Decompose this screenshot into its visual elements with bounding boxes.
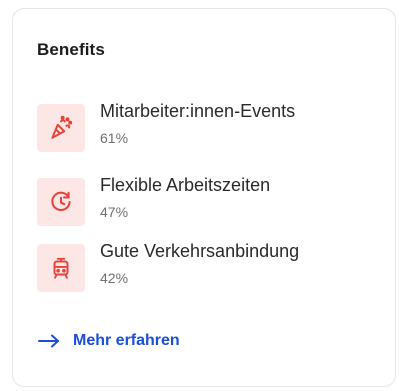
clock-refresh-icon [37, 178, 85, 226]
benefit-item-flexible-hours: Flexible Arbeitszeiten 47% [37, 175, 367, 231]
arrow-right-icon [38, 334, 59, 348]
benefit-label: Mitarbeiter:innen-Events [100, 101, 296, 121]
benefits-card: Benefits Mitarbeiter:innen-Events 61% Fl… [12, 8, 396, 387]
party-popper-icon [37, 104, 85, 152]
more-link-label: Mehr erfahren [73, 332, 180, 349]
tram-icon [37, 244, 85, 292]
benefit-percent: 61% [100, 130, 129, 146]
benefit-item-transport: Gute Verkehrsanbindung 42% [37, 241, 367, 297]
benefit-item-events: Mitarbeiter:innen-Events 61% [37, 101, 367, 157]
benefit-label: Flexible Arbeitszeiten [100, 175, 271, 195]
benefit-label: Gute Verkehrsanbindung [100, 241, 300, 261]
benefit-percent: 42% [100, 270, 129, 286]
card-title: Benefits [37, 40, 105, 59]
more-link[interactable]: Mehr erfahren [38, 332, 180, 350]
benefit-percent: 47% [100, 204, 129, 220]
